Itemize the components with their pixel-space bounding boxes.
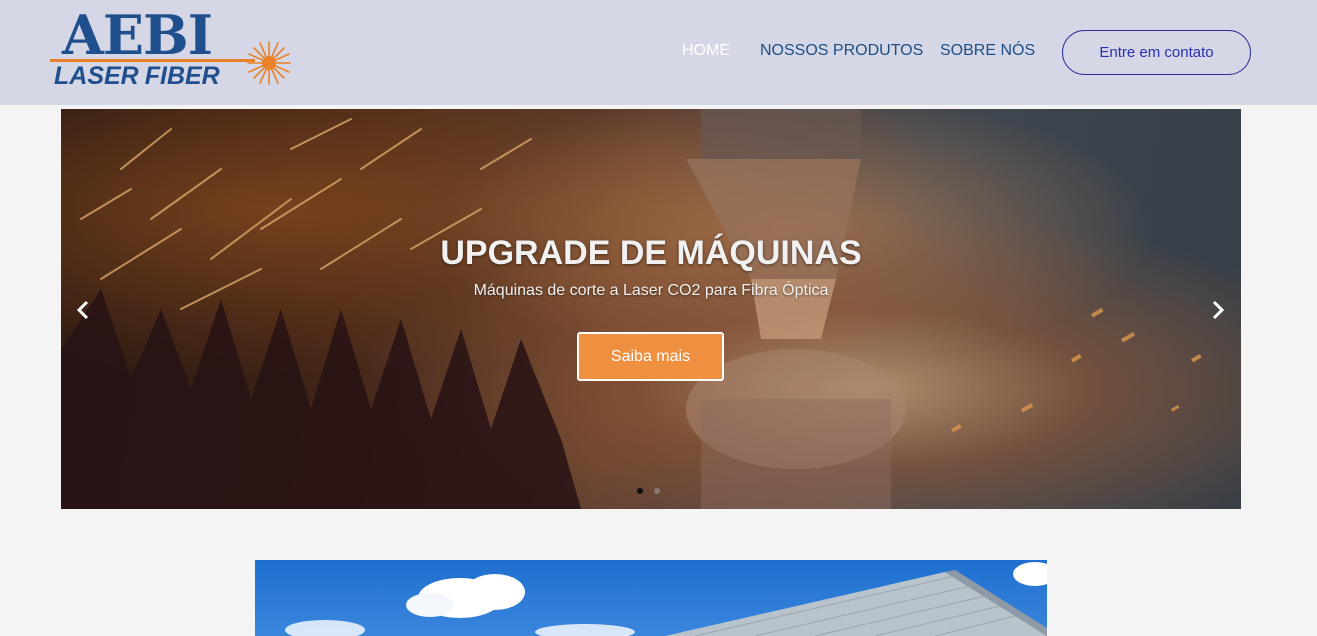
nav-item-home[interactable]: HOME bbox=[682, 42, 730, 60]
chevron-right-icon bbox=[1212, 300, 1225, 320]
contact-button[interactable]: Entre em contato bbox=[1062, 30, 1251, 75]
logo-laser-fiber-text: LASER FIBER bbox=[54, 62, 220, 90]
site-logo[interactable]: AEBI LASER FIBER bbox=[50, 3, 295, 92]
slide-title: UPGRADE DE MÁQUINAS bbox=[440, 234, 862, 272]
saiba-mais-button[interactable]: Saiba mais bbox=[577, 332, 724, 381]
logo-fiber-word: FIBER bbox=[144, 62, 220, 90]
carousel-next-button[interactable] bbox=[1205, 295, 1231, 325]
building-photo bbox=[285, 562, 1047, 636]
hero-overlay bbox=[61, 109, 1241, 509]
carousel-dot-1[interactable] bbox=[637, 488, 643, 494]
logo-laser-word: LASER bbox=[54, 62, 139, 90]
building-image bbox=[255, 560, 1047, 636]
nav-item-sobre-nos[interactable]: SOBRE NÓS bbox=[940, 42, 1035, 60]
hero-carousel: UPGRADE DE MÁQUINAS Máquinas de corte a … bbox=[61, 109, 1241, 509]
chevron-left-icon bbox=[76, 300, 89, 320]
logo-aebi-text: AEBI bbox=[62, 3, 213, 67]
slide-subtitle: Máquinas de corte a Laser CO2 para Fibra… bbox=[473, 282, 829, 299]
laser-star-icon bbox=[247, 41, 291, 85]
site-header: AEBI LASER FIBER HOME NOSSOS PRODUTOS SOB… bbox=[0, 0, 1317, 105]
carousel-dot-2[interactable] bbox=[654, 488, 660, 494]
carousel-prev-button[interactable] bbox=[70, 295, 96, 325]
nav-item-nossos-produtos[interactable]: NOSSOS PRODUTOS bbox=[760, 42, 923, 60]
